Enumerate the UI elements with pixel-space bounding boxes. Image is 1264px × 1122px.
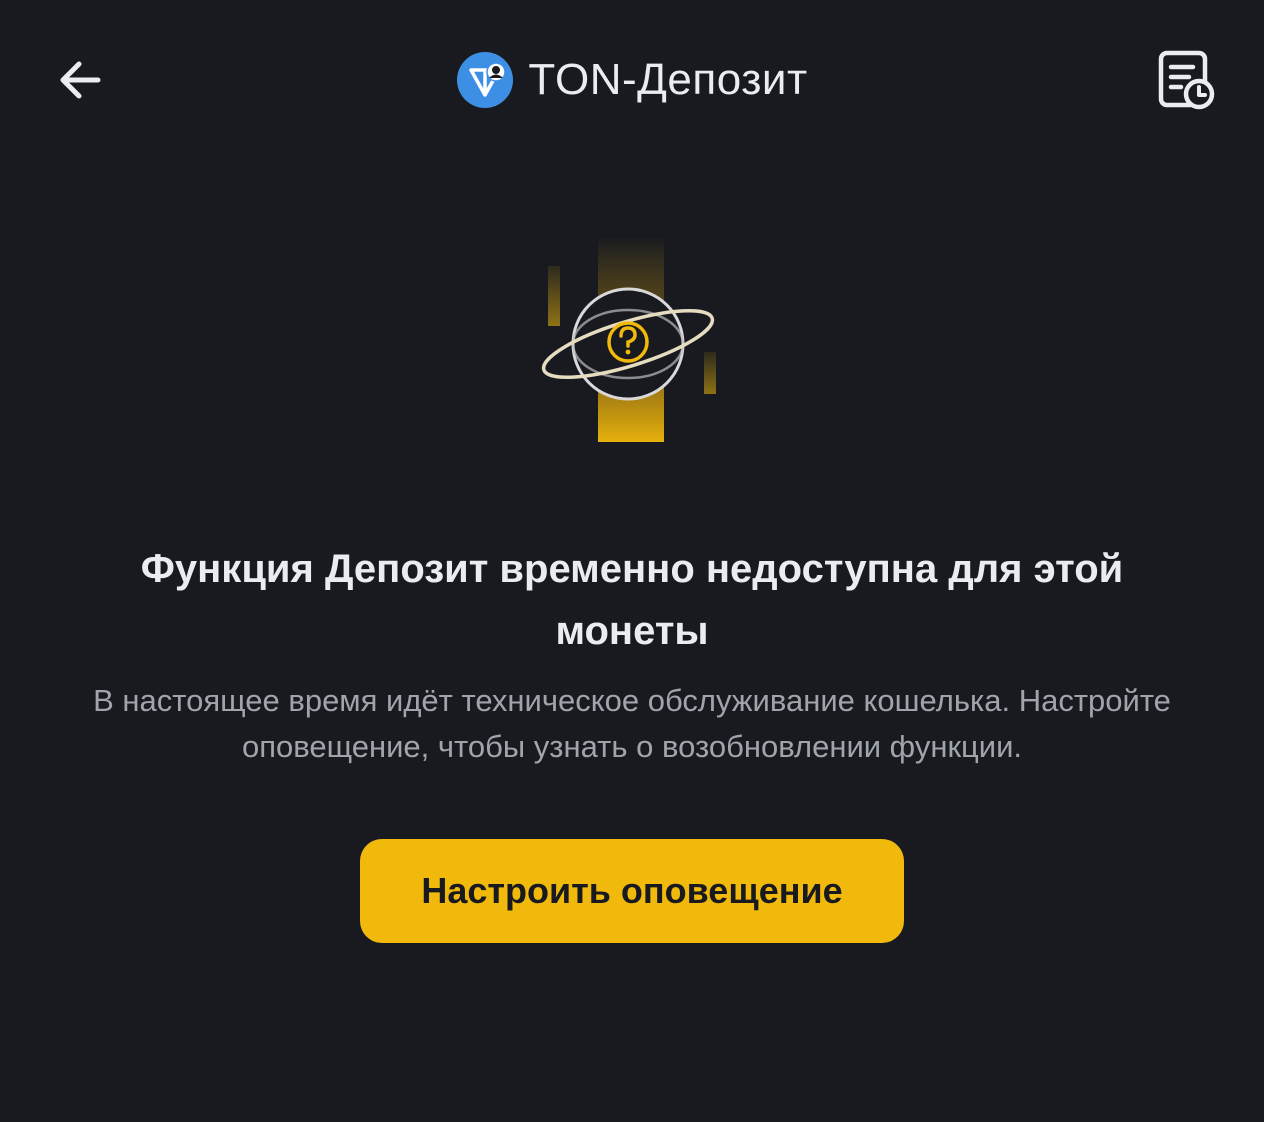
set-alert-button[interactable]: Настроить оповещение [360,839,904,943]
question-planet-icon [541,236,716,442]
top-bar: TON-Депозит [0,0,1264,160]
deposit-unavailable-screen: TON-Депозит Функция Депозит временно нед… [0,0,1264,1122]
history-document-icon [1158,50,1215,110]
unavailable-title: Функция Депозит временно недоступна для … [140,547,1124,653]
history-button[interactable] [1154,48,1218,112]
ton-coin-icon [457,52,514,108]
maintenance-description: В настоящее время идёт техническое обслу… [93,683,1171,764]
page-header-title: TON-Депозит [0,48,1264,112]
page-title: TON-Депозит [528,55,808,104]
